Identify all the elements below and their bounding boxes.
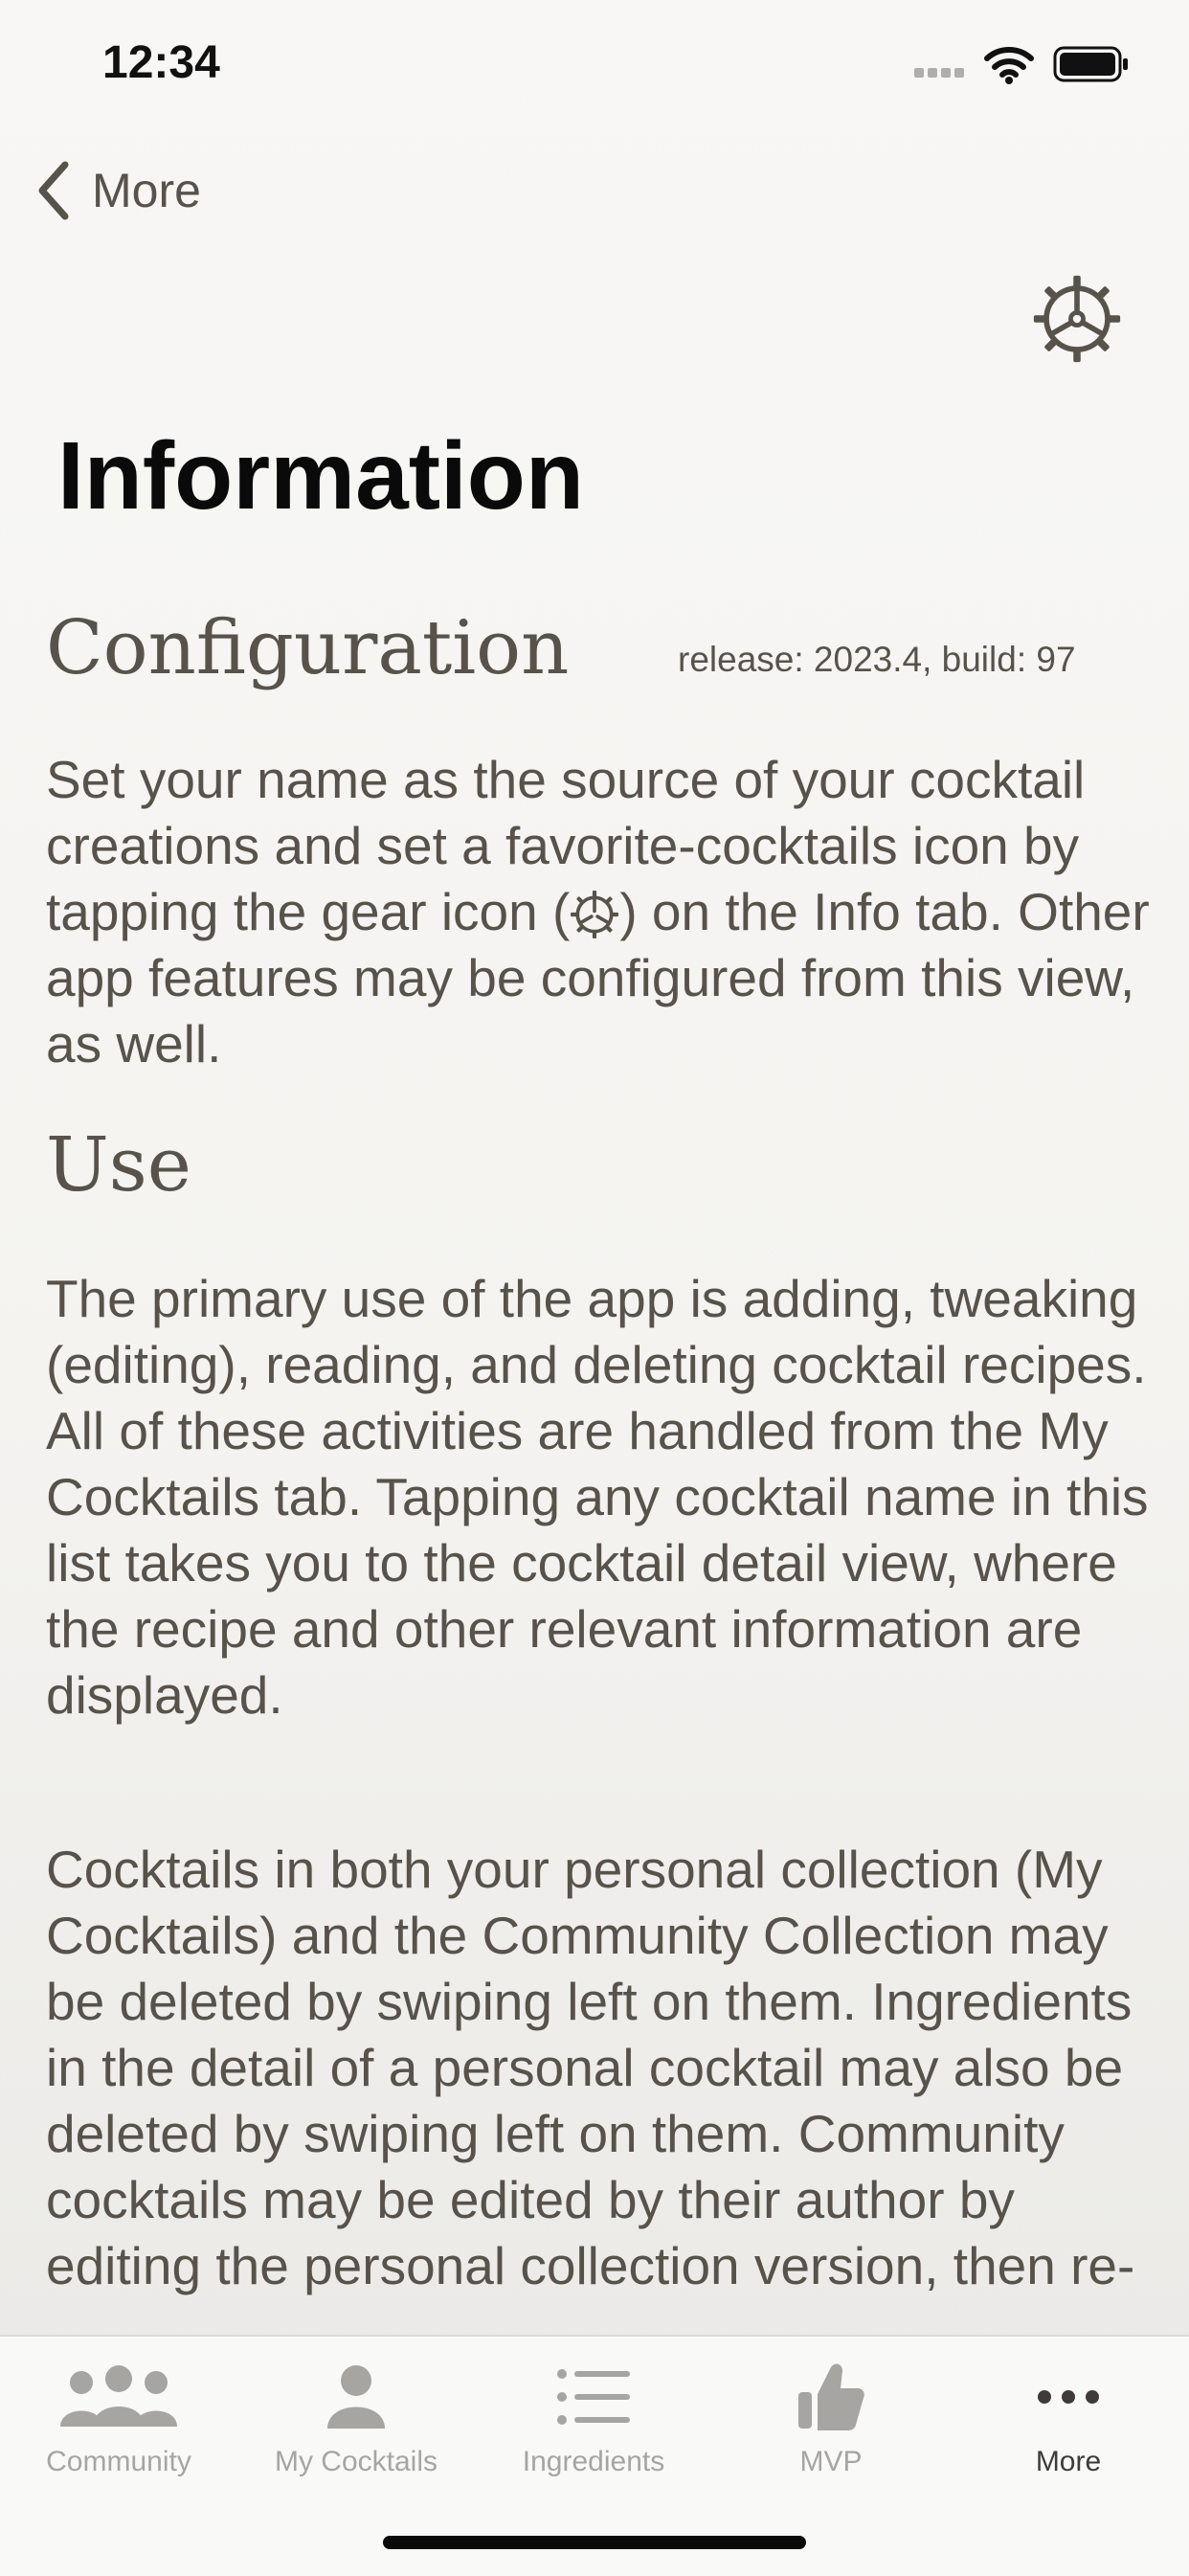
status-bar: 12:34 xyxy=(0,0,1189,134)
chevron-left-icon xyxy=(38,161,69,220)
configuration-paragraph: Set your name as the source of your cock… xyxy=(46,747,1156,1077)
back-label: More xyxy=(92,164,201,217)
use-heading: Use xyxy=(46,1122,191,1209)
tab-ingredients[interactable]: Ingredients xyxy=(475,2354,712,2497)
tab-label: MVP xyxy=(799,2446,863,2477)
tab-label: My Cocktails xyxy=(274,2446,438,2477)
ellipsis-icon xyxy=(1038,2390,1099,2404)
tab-more[interactable]: More xyxy=(950,2354,1187,2497)
tab-label: Ingredients xyxy=(522,2446,665,2477)
tab-mvp[interactable]: MVP xyxy=(712,2354,950,2497)
use-paragraph-1: The primary use of the app is adding, tw… xyxy=(46,1269,1149,1725)
inline-gear-icon xyxy=(571,891,619,938)
page-title: Information xyxy=(57,422,584,530)
back-button[interactable]: More xyxy=(36,159,201,222)
configuration-heading: Configuration xyxy=(46,605,570,691)
wifi-icon xyxy=(984,47,1034,84)
tab-label: Community xyxy=(46,2446,191,2477)
gear-icon xyxy=(1033,275,1121,363)
home-indicator xyxy=(383,2536,806,2549)
thumbs-up-icon xyxy=(798,2363,864,2430)
settings-button[interactable] xyxy=(1032,274,1122,364)
tab-label: More xyxy=(1035,2446,1102,2477)
list-icon xyxy=(557,2369,630,2425)
tab-community[interactable]: Community xyxy=(0,2354,237,2497)
people-icon xyxy=(60,2365,177,2427)
battery-icon xyxy=(1053,46,1128,82)
use-paragraph-2: Cocktails in both your personal collecti… xyxy=(46,1840,1135,2295)
version-info: release: 2023.4, build: 97 xyxy=(678,640,1076,679)
status-time: 12:34 xyxy=(102,37,220,88)
person-icon xyxy=(327,2365,385,2429)
tab-my-cocktails[interactable]: My Cocktails xyxy=(237,2354,475,2497)
signal-icon xyxy=(914,65,968,82)
